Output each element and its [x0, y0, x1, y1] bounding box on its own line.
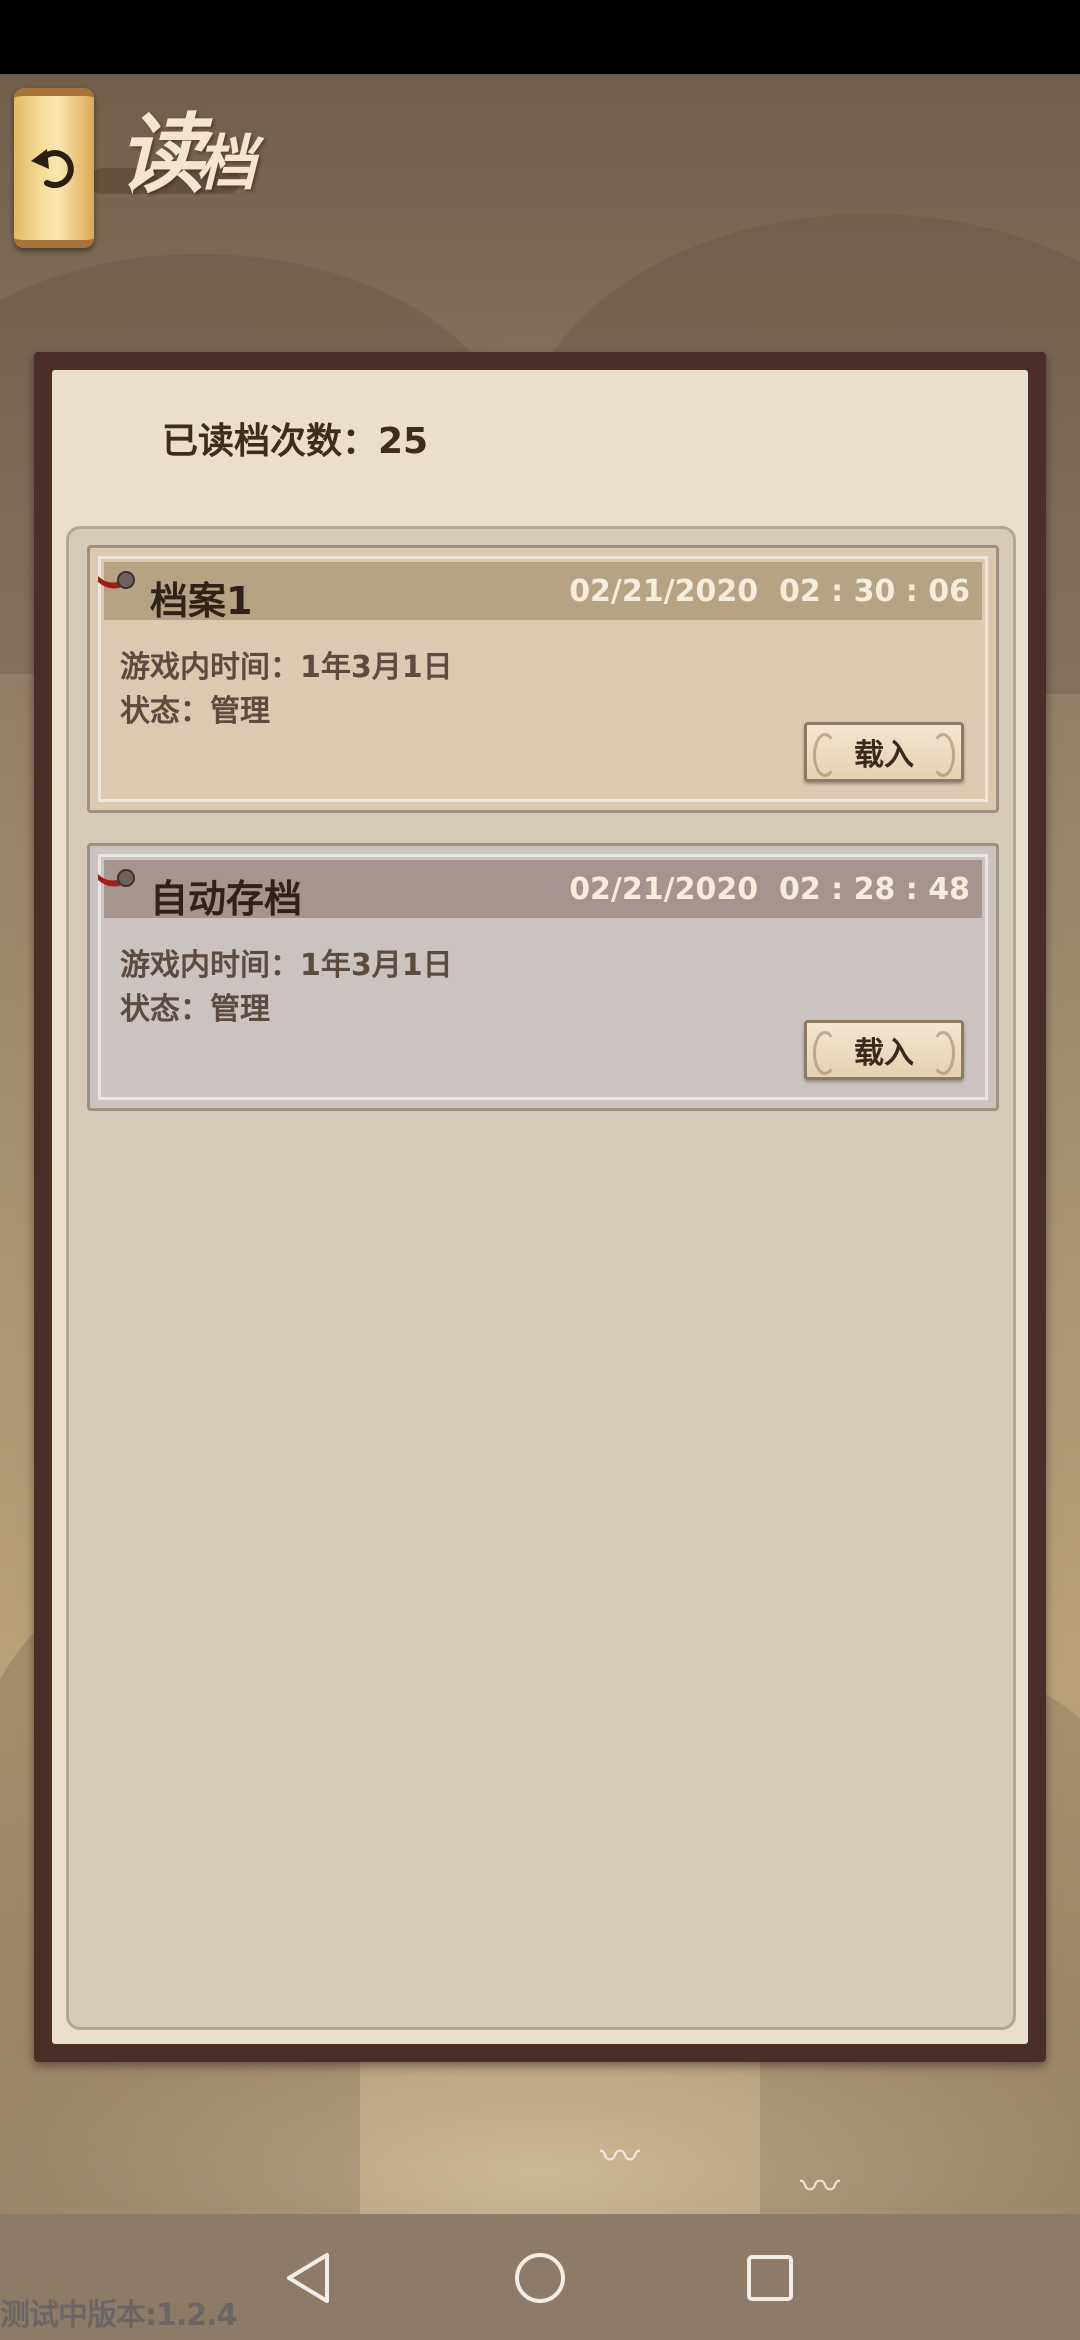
- save-slot-game-time: 游戏内时间：1年3月1日: [120, 650, 453, 685]
- back-button[interactable]: [14, 88, 94, 248]
- version-label: 测试中版本:1.2.4: [0, 2298, 237, 2333]
- save-slot-1[interactable]: 档案1 02/21/2020 02 : 30 : 06 游戏内时间：1年3月1日…: [87, 545, 999, 813]
- load-button-label: 载入: [854, 738, 914, 773]
- save-slot-name: 档案1: [150, 579, 253, 623]
- back-arrow-icon: [27, 141, 81, 195]
- page-title-small: 档: [196, 129, 256, 199]
- page-title-main: 读: [118, 104, 204, 205]
- red-ribbon-icon: [98, 869, 135, 887]
- save-slot-header: 档案1 02/21/2020 02 : 30 : 06: [98, 562, 982, 623]
- status-bar: [0, 0, 1080, 74]
- save-slot-header: 自动存档 02/21/2020 02 : 28 : 48: [98, 860, 982, 921]
- save-slot-status: 状态：管理: [120, 694, 270, 729]
- page-title: 读档: [118, 84, 256, 209]
- save-slot-timestamp: 02/21/2020 02 : 30 : 06: [569, 574, 970, 609]
- read-count-label: 已读档次数：25: [162, 421, 429, 462]
- nav-home-button[interactable]: [512, 2250, 568, 2306]
- nav-recents-button[interactable]: [742, 2250, 798, 2306]
- load-button-label: 载入: [854, 1036, 914, 1071]
- bird-decoration: 〰: [600, 2134, 640, 2180]
- save-slot-name: 自动存档: [150, 877, 303, 921]
- save-slot-auto[interactable]: 自动存档 02/21/2020 02 : 28 : 48 游戏内时间：1年3月1…: [87, 843, 999, 1111]
- bird-decoration: 〰: [800, 2164, 840, 2210]
- load-button[interactable]: 载入: [804, 1020, 964, 1080]
- save-slot-timestamp: 02/21/2020 02 : 28 : 48: [569, 872, 970, 907]
- load-panel: 已读档次数：25 档案1 02/21/2020 02 : 30 : 06 游戏内…: [34, 352, 1046, 2062]
- circle-home-icon: [515, 2253, 565, 2303]
- square-recents-icon: [747, 2255, 793, 2301]
- save-list[interactable]: 档案1 02/21/2020 02 : 30 : 06 游戏内时间：1年3月1日…: [66, 526, 1016, 2030]
- save-slot-status: 状态：管理: [120, 992, 270, 1027]
- save-slot-game-time: 游戏内时间：1年3月1日: [120, 948, 453, 983]
- red-ribbon-icon: [98, 571, 135, 589]
- load-panel-inner: 已读档次数：25 档案1 02/21/2020 02 : 30 : 06 游戏内…: [52, 370, 1028, 2044]
- load-button[interactable]: 载入: [804, 722, 964, 782]
- triangle-back-icon: [287, 2253, 329, 2303]
- nav-back-button[interactable]: [280, 2250, 336, 2306]
